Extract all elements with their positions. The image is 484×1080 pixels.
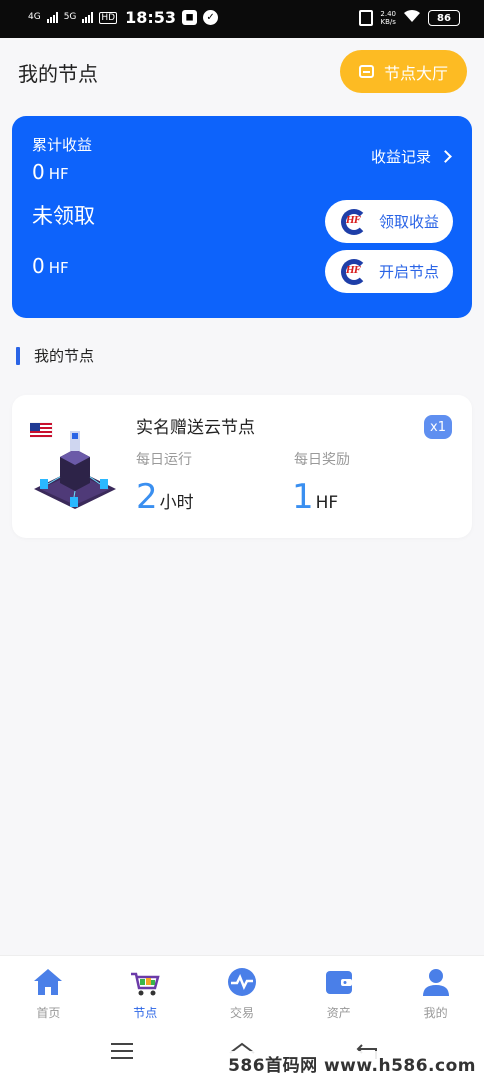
watermark: 586首码网 www.h586.com — [226, 1051, 478, 1076]
total-earnings-number: 0 — [32, 160, 45, 184]
node-card[interactable]: 实名赠送云节点 x1 每日运行 每日奖励 2 小时 1 HF — [12, 395, 472, 538]
signal-label-2: 5G — [63, 12, 77, 22]
menu-icon[interactable] — [111, 1043, 133, 1061]
start-node-button[interactable]: HF 开启节点 — [325, 250, 453, 293]
tab-trade[interactable]: 交易 — [194, 956, 291, 1027]
node-hall-button[interactable]: 节点大厅 — [340, 50, 467, 93]
system-nav-bar: 586首码网 www.h586.com — [0, 1027, 484, 1080]
tab-home[interactable]: 首页 — [0, 956, 97, 1027]
signal-label-1: 4G — [28, 12, 41, 22]
earnings-card: 累计收益 0 HF 收益记录 未领取 0 HF HF 领取收益 HF 开启节点 — [12, 116, 472, 318]
signal-bars-1-icon — [46, 12, 58, 23]
total-earnings-unit: HF — [48, 165, 69, 183]
daily-run-value: 2 小时 — [136, 477, 194, 523]
status-bar: 4G 5G HD 18:53 ◼ ✓ 2.40 KB/s 86 — [0, 0, 484, 38]
daily-reward-number: 1 — [292, 477, 314, 517]
daily-reward-label: 每日奖励 — [294, 452, 350, 468]
unclaimed-value: 0 HF — [32, 254, 69, 278]
app-notification-icon: ◼ — [182, 10, 198, 25]
page-title: 我的节点 — [18, 62, 98, 86]
claim-earnings-label: 领取收益 — [379, 213, 440, 231]
hd-voice-icon: HD — [99, 11, 118, 24]
claim-earnings-button[interactable]: HF 领取收益 — [325, 200, 453, 243]
cart-icon — [131, 972, 160, 996]
tab-home-label: 首页 — [36, 1006, 61, 1020]
node-name: 实名赠送云节点 — [136, 418, 255, 438]
chevron-right-icon — [439, 150, 452, 163]
battery-icon: 86 — [428, 10, 460, 26]
tab-nodes-label: 节点 — [133, 1006, 158, 1020]
unclaimed-number: 0 — [32, 254, 45, 278]
total-earnings-label: 累计收益 — [32, 136, 93, 154]
earnings-records-label: 收益记录 — [370, 148, 431, 166]
unclaimed-label: 未领取 — [32, 204, 95, 228]
total-earnings-value: 0 HF — [32, 160, 69, 184]
node-count-badge: x1 — [424, 415, 452, 439]
section-title: 我的节点 — [34, 347, 95, 365]
net-speed: 2.40 KB/s — [380, 10, 396, 26]
daily-run-label: 每日运行 — [136, 452, 192, 468]
vibrate-icon — [359, 10, 374, 26]
home-icon — [34, 969, 63, 995]
section-header: 我的节点 — [16, 345, 94, 366]
node-hall-label: 节点大厅 — [383, 63, 448, 83]
tab-assets[interactable]: 资产 — [290, 956, 387, 1027]
section-accent-bar — [16, 346, 20, 365]
exchange-icon — [227, 968, 256, 996]
tab-trade-label: 交易 — [229, 1006, 254, 1020]
hf-logo-icon: HF — [341, 208, 367, 235]
signal-bars-2-icon — [82, 12, 94, 23]
earnings-records-link[interactable]: 收益记录 — [370, 146, 452, 167]
wallet-icon — [325, 971, 352, 994]
start-node-label: 开启节点 — [379, 263, 440, 281]
daily-reward-unit: HF — [315, 493, 339, 513]
check-notification-icon: ✓ — [203, 10, 219, 25]
daily-reward-value: 1 HF — [292, 477, 338, 523]
daily-run-unit: 小时 — [159, 493, 194, 513]
hf-logo-icon: HF — [341, 258, 367, 285]
tab-profile[interactable]: 我的 — [387, 956, 484, 1027]
unclaimed-unit: HF — [48, 259, 69, 277]
wifi-icon — [403, 9, 421, 27]
store-icon — [358, 65, 374, 78]
tab-assets-label: 资产 — [326, 1006, 351, 1020]
user-icon — [422, 969, 449, 996]
net-speed-unit: KB/s — [380, 18, 396, 26]
tab-profile-label: 我的 — [423, 1006, 448, 1020]
clock: 18:53 — [125, 8, 177, 27]
server-node-icon — [30, 422, 116, 509]
daily-run-number: 2 — [136, 477, 158, 517]
bottom-tab-bar: 首页 节点 交易 资产 我的 — [0, 955, 484, 1027]
tab-nodes[interactable]: 节点 — [97, 956, 194, 1027]
net-speed-value: 2.40 — [380, 10, 396, 18]
